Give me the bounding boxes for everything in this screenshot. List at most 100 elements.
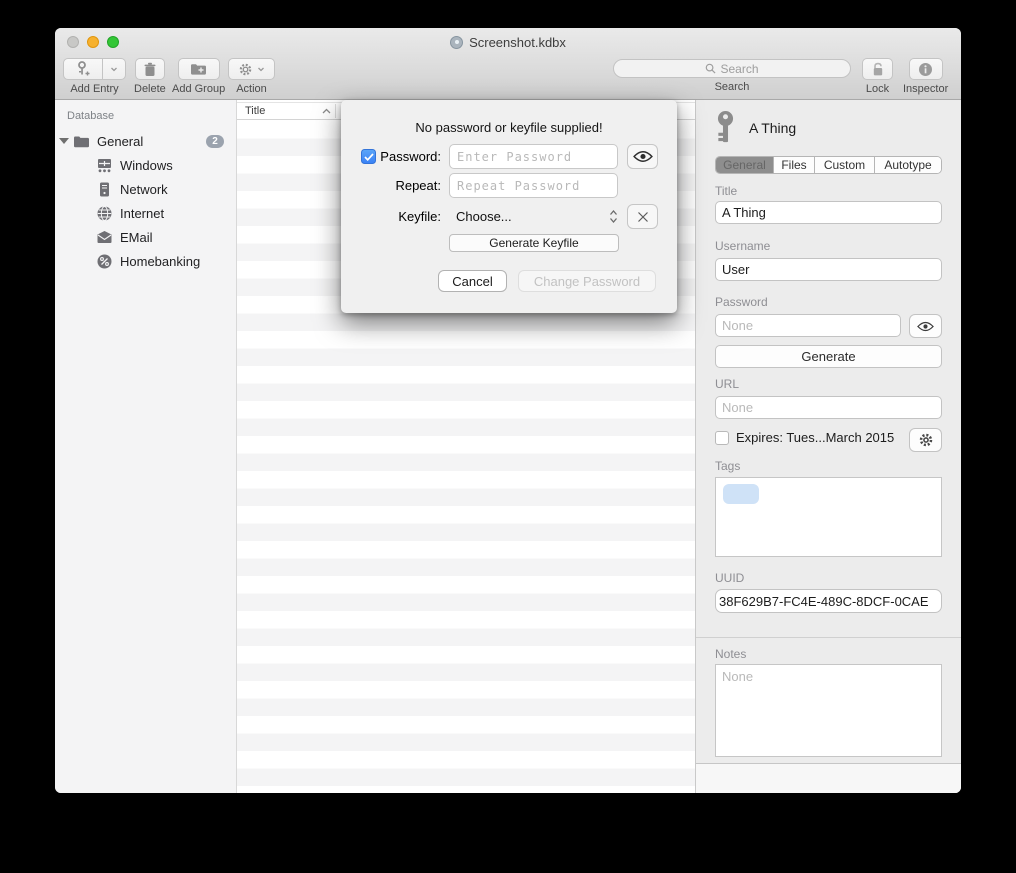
search-input[interactable]: Search	[613, 59, 851, 78]
tab-files[interactable]: Files	[774, 157, 815, 173]
chevron-down-icon	[257, 65, 265, 73]
search-icon	[705, 63, 716, 74]
sidebar-section-header: Database	[55, 109, 236, 129]
enter-password-input[interactable]	[449, 144, 618, 169]
sidebar-item-windows[interactable]: Windows	[55, 153, 236, 177]
titlebar: Screenshot.kdbx	[55, 28, 961, 56]
sidebar-item-network[interactable]: Network	[55, 177, 236, 201]
notes-field-label: Notes	[715, 647, 746, 661]
server-icon	[96, 181, 113, 198]
column-divider[interactable]	[335, 104, 336, 118]
trash-icon	[143, 62, 157, 77]
toolbar-item-add-group: Add Group	[172, 58, 225, 95]
tab-custom[interactable]: Custom	[815, 157, 875, 173]
sidebar-item-label: Internet	[120, 206, 164, 221]
gear-icon	[918, 432, 934, 448]
uuid-field[interactable]	[715, 589, 942, 613]
toolbar-item-action: Action	[228, 58, 275, 95]
sidebar-item-email[interactable]: EMail	[55, 225, 236, 249]
notes-field[interactable]	[715, 664, 942, 757]
tags-field-label: Tags	[715, 459, 740, 473]
window-body: Database General 2 Windows	[55, 100, 961, 793]
close-x-icon	[637, 211, 649, 223]
expires-label: Expires: Tues...March 2015	[736, 430, 894, 445]
add-entry-button[interactable]	[63, 58, 103, 80]
window-title: Screenshot.kdbx	[469, 35, 566, 50]
tags-field[interactable]	[715, 477, 942, 557]
cancel-button[interactable]: Cancel	[438, 270, 507, 292]
password-field-label: Password	[715, 295, 768, 309]
sidebar-item-internet[interactable]: Internet	[55, 201, 236, 225]
inspector-tabs: General Files Custom Autotype	[715, 156, 942, 174]
expires-settings-button[interactable]	[909, 428, 942, 452]
lock-button[interactable]	[862, 58, 893, 80]
url-field[interactable]	[715, 396, 942, 419]
expires-checkbox[interactable]	[715, 431, 729, 445]
column-header-title[interactable]: Title	[237, 105, 322, 117]
folder-plus-icon	[190, 62, 207, 76]
password-checkbox[interactable]	[361, 149, 376, 164]
sidebar-item-general[interactable]: General 2	[55, 129, 236, 153]
generate-keyfile-button[interactable]: Generate Keyfile	[449, 234, 619, 252]
username-field-label: Username	[715, 239, 770, 253]
reveal-password-button[interactable]	[909, 314, 942, 338]
add-group-button[interactable]	[178, 58, 220, 80]
sidebar-item-homebanking[interactable]: Homebanking	[55, 249, 236, 273]
windows-group-icon	[96, 157, 113, 174]
username-field[interactable]	[715, 258, 942, 281]
entry-header: A Thing	[715, 108, 796, 148]
window-title-area: Screenshot.kdbx	[55, 28, 961, 56]
disclosure-triangle-icon[interactable]	[55, 138, 73, 144]
key-icon	[715, 110, 736, 146]
repeat-password-input[interactable]	[449, 173, 618, 198]
change-password-sheet: No password or keyfile supplied! Passwor…	[341, 100, 677, 313]
add-group-label: Add Group	[172, 83, 225, 95]
tab-general[interactable]: General	[716, 157, 774, 173]
entry-count-badge: 2	[206, 135, 224, 148]
change-password-button[interactable]: Change Password	[518, 270, 656, 292]
title-field[interactable]	[715, 201, 942, 224]
toolbar-item-add-entry: Add Entry	[63, 58, 126, 95]
toolbar-item-inspector: Inspector	[903, 58, 948, 95]
action-button[interactable]	[228, 58, 275, 80]
reveal-password-button[interactable]	[627, 144, 658, 169]
inspector-button[interactable]	[909, 58, 943, 80]
search-placeholder: Search	[720, 62, 758, 76]
sheet-message: No password or keyfile supplied!	[341, 120, 677, 135]
tag-chip[interactable]	[723, 484, 759, 504]
toolbar-item-delete: Delete	[134, 58, 166, 95]
generate-password-button[interactable]: Generate	[715, 345, 942, 368]
add-entry-dropdown-button[interactable]	[103, 58, 126, 80]
inspector-panel: A Thing General Files Custom Autotype Ti…	[695, 100, 961, 793]
checkmark-icon	[364, 153, 374, 161]
app-window: Screenshot.kdbx	[55, 28, 961, 793]
window-chrome: Screenshot.kdbx	[55, 28, 961, 100]
gear-icon	[238, 62, 253, 77]
sort-ascending-icon	[322, 108, 331, 115]
toolbar-item-lock: Lock	[862, 58, 893, 95]
expires-row: Expires: Tues...March 2015	[715, 430, 894, 445]
percent-circle-icon	[96, 253, 113, 270]
keyfile-popup[interactable]: Choose...	[449, 209, 618, 224]
repeat-label: Repeat:	[395, 178, 441, 193]
globe-icon	[96, 205, 113, 222]
lock-label: Lock	[866, 83, 889, 95]
document-icon	[450, 36, 463, 49]
sidebar-item-label: Network	[120, 182, 168, 197]
inspector-label: Inspector	[903, 83, 948, 95]
envelope-icon	[96, 229, 113, 246]
title-field-label: Title	[715, 184, 737, 198]
password-field[interactable]	[715, 314, 901, 337]
clear-keyfile-button[interactable]	[627, 204, 658, 229]
eye-icon	[633, 150, 653, 163]
delete-label: Delete	[134, 83, 166, 95]
keyfile-label: Keyfile:	[398, 209, 441, 224]
url-field-label: URL	[715, 377, 739, 391]
chevron-down-icon	[110, 65, 118, 73]
delete-button[interactable]	[135, 58, 165, 80]
action-label: Action	[236, 83, 267, 95]
sidebar-item-label: Windows	[120, 158, 173, 173]
repeat-row: Repeat:	[341, 173, 618, 198]
tab-autotype[interactable]: Autotype	[875, 157, 941, 173]
search-label: Search	[715, 81, 750, 93]
